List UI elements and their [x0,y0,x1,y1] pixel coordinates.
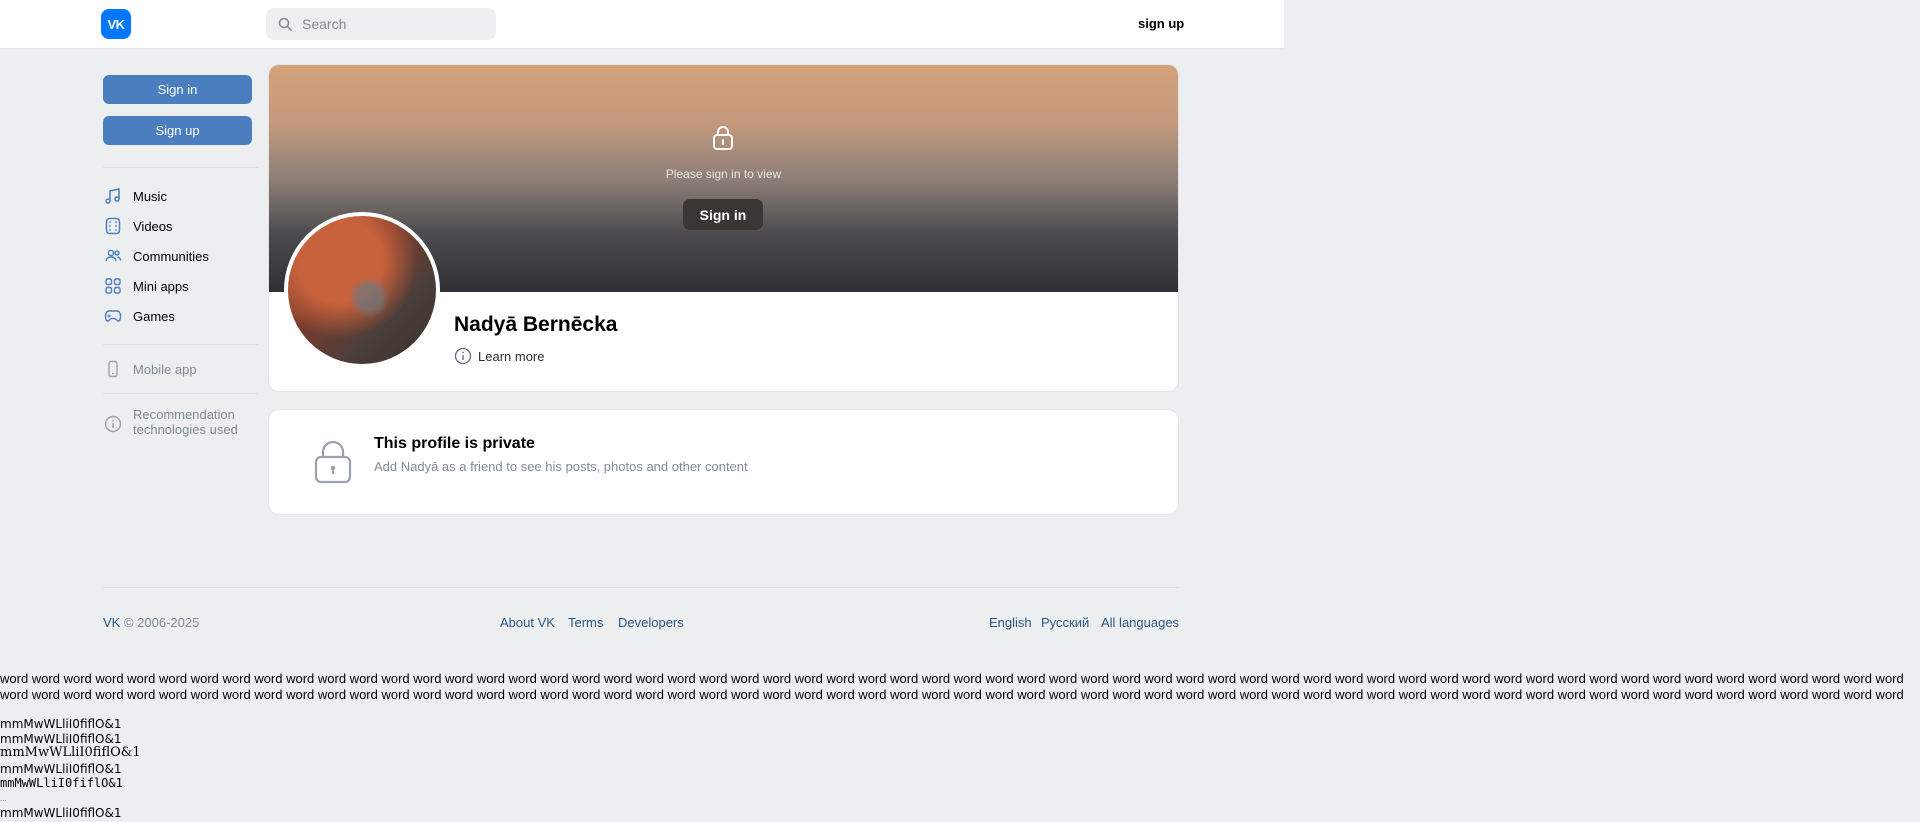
font-sample-line: mmMwWLliI0fiflO&1 [0,732,122,746]
sidebar-signin-button[interactable]: Sign in [103,75,252,104]
cover-signin-prompt: Please sign in to view [665,167,782,181]
sidebar-item-mobile-app[interactable]: Mobile app [103,358,197,380]
avatar-photo [288,216,436,364]
footer-lang-english[interactable]: English [989,615,1032,630]
footer-link-terms[interactable]: Terms [568,615,603,630]
profile-name: Nadyā Bernēcka [454,313,618,336]
sidebar-item-label: Games [133,308,175,324]
search-box[interactable] [266,8,496,40]
phone-icon [103,359,123,379]
sidebar-item-label: Communities [133,248,209,264]
sidebar-divider [103,344,258,345]
font-sample-line: mmMwWLliI0fiflO&1 [0,806,122,820]
sidebar-item-label: Mini apps [133,278,189,294]
sidebar-item-music[interactable]: Music [103,185,167,207]
footer-vk-link[interactable]: VK [103,615,120,630]
header-signup-link[interactable]: sign up [1138,16,1184,31]
font-sample-line: mmMwWLliI0fiflO&1 [0,762,122,776]
sidebar-item-recommendations[interactable]: Recommendation technologies used [103,407,253,441]
footer-lang-russian[interactable]: Русский [1041,615,1089,630]
sidebar-item-games[interactable]: Games [103,305,175,327]
footer-link-developers[interactable]: Developers [618,615,684,630]
footer-link-about[interactable]: About VK [500,615,555,630]
sidebar-item-mini-apps[interactable]: Mini apps [103,275,189,297]
cover-signin-button[interactable]: Sign in [683,199,763,230]
footer-divider [103,587,1179,588]
search-icon [278,17,292,31]
top-header: VK sign up [0,0,1284,49]
footer-copyright: VK © 2006-2025 [103,615,199,630]
grid-icon [103,276,123,296]
gamepad-icon [103,306,123,326]
avatar[interactable] [284,212,440,368]
learn-more-link[interactable]: Learn more [454,347,544,365]
lock-icon [314,440,352,489]
users-icon [103,246,123,266]
vk-logo-icon[interactable]: VK [101,9,131,39]
sidebar-item-communities[interactable]: Communities [103,245,209,267]
font-sample-line: mmMwWLliI0fiflO&1 [0,717,122,731]
sidebar-item-label: Music [133,188,167,204]
font-sample-dots: ... [0,794,7,803]
private-profile-subtitle: Add Nadyā as a friend to see his posts, … [374,459,748,474]
font-sample-line: mmMwWLliI0fiflO&1 [0,745,141,760]
sidebar-item-label: Videos [133,218,173,234]
footer-copyright-years: © 2006-2025 [123,615,200,630]
sidebar-divider [103,167,258,168]
video-film-icon [103,216,123,236]
sidebar-item-label: Recommendation technologies used [133,407,238,437]
info-icon [103,414,123,434]
sidebar-item-videos[interactable]: Videos [103,215,173,237]
info-icon [454,347,472,365]
font-sample-line: mmMwWLliI0fiflO&1 [0,776,123,790]
lock-icon [711,125,735,156]
learn-more-label: Learn more [478,348,545,364]
word-filler-text: word word word word word word word word … [0,671,1904,702]
sidebar-item-label: Mobile app [133,361,197,377]
music-note-icon [103,186,123,206]
search-input[interactable] [300,15,484,33]
private-profile-title: This profile is private [374,435,535,452]
sidebar-signup-button[interactable]: Sign up [103,116,252,145]
footer-lang-all[interactable]: All languages [1101,615,1179,630]
sidebar-divider [103,393,258,394]
